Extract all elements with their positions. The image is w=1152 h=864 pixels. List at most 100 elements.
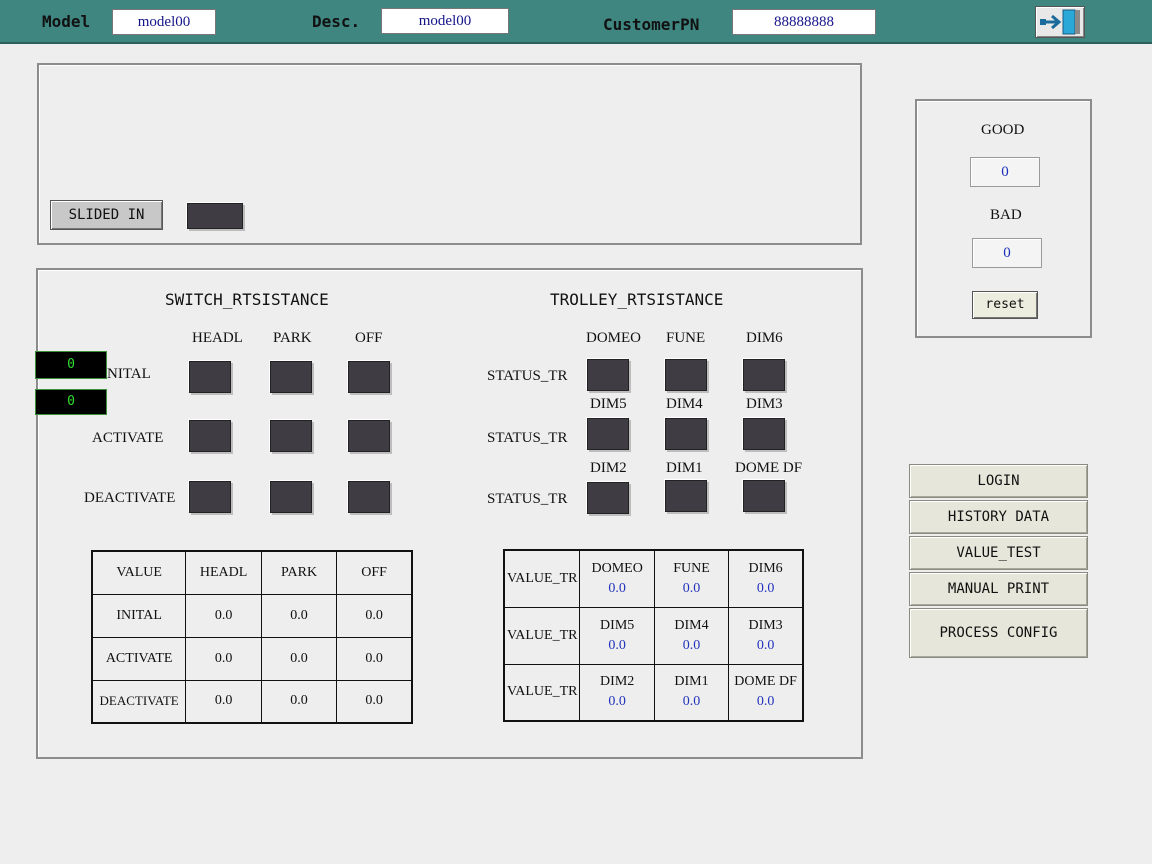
cell-name: DIM2 bbox=[600, 674, 635, 690]
slided-in-button[interactable]: SLIDED IN bbox=[50, 200, 163, 230]
value-cell: DIM1 0.0 bbox=[653, 663, 730, 722]
customer-pn-label: CustomerPN bbox=[603, 15, 700, 34]
cell-name: DIM6 bbox=[748, 560, 783, 576]
inital-secondary-display: 0 bbox=[35, 389, 107, 415]
value-cell: FUNE 0.0 bbox=[653, 549, 730, 608]
indicator-inital-headl bbox=[189, 361, 231, 393]
row-label: INITAL bbox=[91, 593, 187, 638]
indicator-activate-park bbox=[270, 420, 312, 452]
exit-button[interactable] bbox=[1035, 6, 1085, 38]
row-label: VALUE_TR bbox=[503, 663, 581, 722]
indicator-dim4 bbox=[665, 418, 707, 450]
indicator-dim3 bbox=[743, 418, 785, 450]
desc-field[interactable]: model00 bbox=[381, 8, 509, 34]
cell-value: 0.0 bbox=[682, 580, 701, 596]
switch-row-inital: INITAL bbox=[102, 366, 151, 382]
history-data-button[interactable]: HISTORY DATA bbox=[909, 500, 1088, 534]
reset-button[interactable]: reset bbox=[972, 291, 1038, 319]
indicator-activate-headl bbox=[189, 420, 231, 452]
switch-col-park: PARK bbox=[273, 330, 312, 346]
indicator-deactivate-off bbox=[348, 481, 390, 513]
indicator-dim5 bbox=[587, 418, 629, 450]
value-cell: 0.0 bbox=[336, 679, 413, 724]
table-row: VALUE_TR DOMEO 0.0 FUNE 0.0 DIM6 0.0 bbox=[503, 549, 804, 608]
bad-label: BAD bbox=[990, 207, 1022, 223]
cell-name: DOME DF bbox=[734, 674, 797, 690]
cell-value: 0.0 bbox=[756, 694, 775, 710]
bad-count: 0 bbox=[972, 238, 1042, 268]
switch-col-headl: HEADL bbox=[192, 330, 243, 346]
trolley-name: DIM6 bbox=[746, 330, 783, 346]
good-count: 0 bbox=[970, 157, 1040, 187]
switch-value-table: VALUE HEADL PARK OFF INITAL 0.0 0.0 0.0 … bbox=[91, 550, 413, 724]
value-test-button[interactable]: VALUE_TEST bbox=[909, 536, 1088, 570]
value-cell: DIM6 0.0 bbox=[728, 549, 804, 608]
switch-row-activate: ACTIVATE bbox=[92, 430, 164, 446]
switch-row-deactivate: DEACTIVATE bbox=[84, 490, 176, 506]
process-config-button[interactable]: PROCESS CONFIG bbox=[909, 608, 1088, 658]
cell-name: DIM1 bbox=[674, 674, 709, 690]
value-cell: DIM5 0.0 bbox=[579, 606, 655, 665]
row-label: ACTIVATE bbox=[91, 636, 187, 681]
model-field[interactable]: model00 bbox=[112, 9, 216, 35]
value-cell: 0.0 bbox=[260, 636, 338, 681]
trolley-name: DIM5 bbox=[590, 396, 627, 412]
value-cell: 0.0 bbox=[185, 636, 262, 681]
cell-value: 0.0 bbox=[682, 694, 701, 710]
status-tr-label: STATUS_TR bbox=[487, 491, 568, 507]
indicator-dome-df bbox=[743, 480, 785, 512]
indicator-inital-park bbox=[270, 361, 312, 393]
value-cell: DOME DF 0.0 bbox=[728, 663, 804, 722]
table-row: INITAL 0.0 0.0 0.0 bbox=[91, 593, 413, 638]
cell-value: 0.0 bbox=[756, 637, 775, 653]
row-label: DEACTIVATE bbox=[91, 679, 187, 724]
table-header: OFF bbox=[336, 550, 413, 595]
cell-value: 0.0 bbox=[608, 694, 626, 710]
cell-name: DIM4 bbox=[674, 617, 709, 633]
value-cell: 0.0 bbox=[185, 593, 262, 638]
status-tr-label: STATUS_TR bbox=[487, 430, 568, 446]
indicator-dim6 bbox=[743, 359, 785, 391]
header-bar: Model model00 Desc. model00 CustomerPN 8… bbox=[0, 0, 1152, 44]
indicator-inital-off bbox=[348, 361, 390, 393]
indicator-dim2 bbox=[587, 482, 629, 514]
manual-print-button[interactable]: MANUAL PRINT bbox=[909, 572, 1088, 606]
cell-name: DIM3 bbox=[748, 617, 783, 633]
exit-door-icon bbox=[1040, 9, 1080, 35]
value-cell: DIM3 0.0 bbox=[728, 606, 804, 665]
cell-value: 0.0 bbox=[682, 637, 701, 653]
indicator-domeo bbox=[587, 359, 629, 391]
table-header: HEADL bbox=[185, 550, 262, 595]
trolley-name: DIM4 bbox=[666, 396, 703, 412]
switch-col-off: OFF bbox=[355, 330, 383, 346]
trolley-name: DIM2 bbox=[590, 460, 627, 476]
trolley-value-table: VALUE_TR DOMEO 0.0 FUNE 0.0 DIM6 0.0 VAL… bbox=[503, 549, 804, 722]
value-cell: DOMEO 0.0 bbox=[579, 549, 655, 608]
table-corner: VALUE bbox=[91, 550, 187, 595]
table-header-row: VALUE HEADL PARK OFF bbox=[91, 550, 413, 595]
value-cell: DIM2 0.0 bbox=[579, 663, 655, 722]
indicator-deactivate-park bbox=[270, 481, 312, 513]
trolley-name: DIM3 bbox=[746, 396, 783, 412]
slided-in-indicator bbox=[187, 203, 243, 229]
trolley-name: DIM1 bbox=[666, 460, 703, 476]
trolley-name: FUNE bbox=[666, 330, 706, 346]
indicator-dim1 bbox=[665, 480, 707, 512]
row-label: VALUE_TR bbox=[503, 606, 581, 665]
table-row: VALUE_TR DIM5 0.0 DIM4 0.0 DIM3 0.0 bbox=[503, 606, 804, 665]
trolley-name: DOME DF bbox=[735, 460, 803, 476]
value-cell: 0.0 bbox=[336, 593, 413, 638]
cell-name: DOMEO bbox=[591, 560, 643, 576]
table-row: DEACTIVATE 0.0 0.0 0.0 bbox=[91, 679, 413, 724]
table-row: ACTIVATE 0.0 0.0 0.0 bbox=[91, 636, 413, 681]
trolley-title: TROLLEY_RTSISTANCE bbox=[550, 290, 724, 309]
cell-name: DIM5 bbox=[600, 617, 635, 633]
indicator-fune bbox=[665, 359, 707, 391]
row-label: VALUE_TR bbox=[503, 549, 581, 608]
value-cell: 0.0 bbox=[260, 593, 338, 638]
login-button[interactable]: LOGIN bbox=[909, 464, 1088, 498]
inital-counter-display: 0 bbox=[35, 351, 107, 379]
customer-pn-field[interactable]: 88888888 bbox=[732, 9, 876, 35]
switch-title: SWITCH_RTSISTANCE bbox=[165, 290, 329, 309]
status-tr-label: STATUS_TR bbox=[487, 368, 568, 384]
